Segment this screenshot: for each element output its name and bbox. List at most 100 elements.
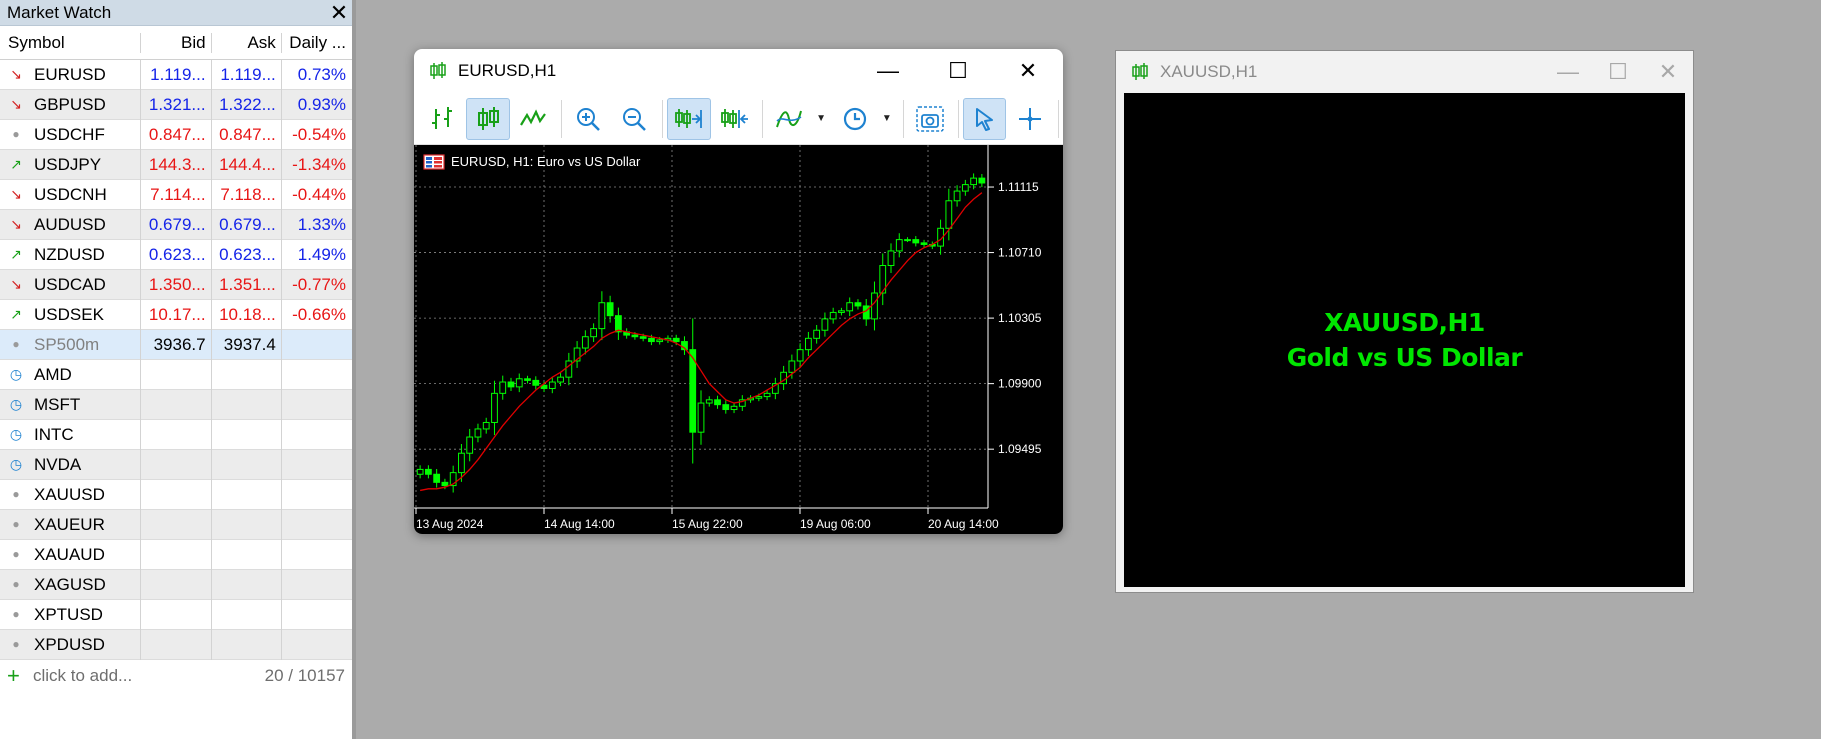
maximize-icon[interactable]: ☐ <box>1593 50 1643 94</box>
price-chart-canvas[interactable]: 1.11115 1.10710 1.10305 1.09900 1.09495 13 A… <box>414 145 1063 534</box>
chart-shift-button[interactable] <box>713 98 757 140</box>
symbol-cell[interactable]: ● XAUAUD <box>0 540 140 570</box>
close-icon[interactable]: ✕ <box>326 0 352 26</box>
autoscroll-button[interactable] <box>666 97 711 140</box>
symbol-cell[interactable]: ● XAGUSD <box>0 570 140 600</box>
dot-icon: ● <box>12 516 20 531</box>
window-title-bar[interactable]: XAUUSD,H1 — ☐ ✕ <box>1116 51 1693 93</box>
price-chart[interactable]: 1.11115 1.10710 1.10305 1.09900 1.09495 13 A… <box>414 145 1063 534</box>
symbol-name: GBPUSD <box>34 94 106 114</box>
chart-shift-icon <box>720 108 748 128</box>
symbol-cell[interactable]: ◷ INTC <box>0 420 140 450</box>
dot-icon: ● <box>12 636 20 651</box>
plus-icon[interactable]: + <box>7 663 29 689</box>
window-title-bar[interactable]: EURUSD,H1 — ☐ ✕ <box>414 49 1063 93</box>
market-watch-row[interactable]: ◷ NVDA <box>0 449 352 480</box>
symbol-cell[interactable]: ● SP500m <box>0 330 140 360</box>
market-watch-row[interactable]: ● XAUAUD <box>0 539 352 570</box>
market-watch-row[interactable]: ↘ EURUSD 1.119... 1.119... 0.73% <box>0 59 352 90</box>
symbol-cell[interactable]: ● XAUUSD <box>0 480 140 510</box>
symbol-cell[interactable]: ↘ USDCNH <box>0 180 140 210</box>
xauusd-chart-placeholder[interactable]: XAUUSD,H1 Gold vs US Dollar <box>1124 93 1685 587</box>
indicators-button[interactable] <box>767 98 811 140</box>
market-watch-title: Market Watch <box>7 2 112 22</box>
cursor-button[interactable] <box>962 97 1007 140</box>
market-watch-row[interactable]: ↗ NZDUSD 0.623... 0.623... 1.49% <box>0 239 352 270</box>
candle <box>697 402 705 433</box>
candle <box>788 360 796 373</box>
daily-change-cell <box>280 509 352 540</box>
column-header-bid[interactable]: Bid <box>140 32 210 53</box>
symbol-cell[interactable]: ↘ AUDUSD <box>0 210 140 240</box>
chevron-down-icon[interactable]: ▼ <box>813 98 829 140</box>
market-watch-row[interactable]: ● USDCHF 0.847... 0.847... -0.54% <box>0 119 352 150</box>
market-watch-row[interactable]: ↘ USDCNH 7.114... 7.118... -0.44% <box>0 179 352 210</box>
symbol-name: XAUAUD <box>34 544 105 564</box>
bid-cell: 0.623... <box>140 239 210 270</box>
crosshair-button[interactable] <box>1008 98 1052 140</box>
chevron-down-icon[interactable]: ▼ <box>879 98 895 140</box>
symbol-cell[interactable]: ◷ AMD <box>0 360 140 390</box>
market-watch-row[interactable]: ↗ USDSEK 10.17... 10.18... -0.66% <box>0 299 352 330</box>
market-watch-row[interactable]: ↘ GBPUSD 1.321... 1.322... 0.93% <box>0 89 352 120</box>
symbol-cell[interactable]: ↗ NZDUSD <box>0 240 140 270</box>
market-watch-row[interactable]: ● XAUEUR <box>0 509 352 540</box>
candlestick-button[interactable] <box>465 97 510 140</box>
symbol-cell[interactable]: ◷ MSFT <box>0 390 140 420</box>
symbol-cell[interactable]: ● XPTUSD <box>0 600 140 630</box>
market-watch-row[interactable]: ↘ USDCAD 1.350... 1.351... -0.77% <box>0 269 352 300</box>
market-watch-row[interactable]: ◷ MSFT <box>0 389 352 420</box>
zoom-out-button[interactable] <box>612 98 656 140</box>
symbol-cell[interactable]: ● XAUEUR <box>0 510 140 540</box>
symbol-cell[interactable]: ↗ USDJPY <box>0 150 140 180</box>
close-icon[interactable]: ✕ <box>1643 50 1693 94</box>
symbol-cell[interactable]: ↘ GBPUSD <box>0 90 140 120</box>
market-watch-row[interactable]: ◷ AMD <box>0 359 352 390</box>
symbol-cell[interactable]: ◷ NVDA <box>0 450 140 480</box>
market-watch-row[interactable]: ↘ AUDUSD 0.679... 0.679... 1.33% <box>0 209 352 240</box>
column-header-symbol[interactable]: Symbol <box>0 33 140 53</box>
market-watch-row[interactable]: ● XAGUSD <box>0 569 352 600</box>
ask-cell: 1.322... <box>210 89 281 120</box>
market-watch-row[interactable]: ● SP500m 3936.7 3937.4 <box>0 329 352 360</box>
moving-average-line <box>420 192 983 492</box>
market-watch-row[interactable]: ◷ INTC <box>0 419 352 450</box>
x-tick-label: 13 Aug 2024 <box>416 517 484 531</box>
market-watch-row[interactable]: ● XPTUSD <box>0 599 352 630</box>
minimize-icon[interactable]: — <box>853 49 923 93</box>
market-watch-header: Symbol Bid Ask Daily ... <box>0 26 352 60</box>
candle <box>730 405 738 411</box>
maximize-icon[interactable]: ☐ <box>923 49 993 93</box>
minimize-icon[interactable]: — <box>1543 50 1593 94</box>
timeframe-button[interactable] <box>833 98 877 140</box>
candlestick-icon <box>477 106 499 130</box>
candle <box>904 239 911 242</box>
market-watch-row[interactable]: ● XPDUSD <box>0 629 352 660</box>
symbol-cell[interactable]: ↘ USDCAD <box>0 270 140 300</box>
bid-cell <box>140 539 210 570</box>
screenshot-button[interactable] <box>908 98 952 140</box>
toolbar-separator <box>661 99 663 138</box>
symbol-cell[interactable]: ● XPDUSD <box>0 630 140 660</box>
symbol-cell[interactable]: ↗ USDSEK <box>0 300 140 330</box>
line-chart-button[interactable] <box>512 98 556 140</box>
symbol-cell[interactable]: ● USDCHF <box>0 120 140 150</box>
symbol-cell[interactable]: ↘ EURUSD <box>0 60 140 90</box>
symbol-name: EURUSD <box>34 64 106 84</box>
bid-cell: 1.350... <box>140 269 210 300</box>
column-header-ask[interactable]: Ask <box>210 32 281 53</box>
bar-chart-button[interactable] <box>420 98 464 140</box>
daily-change-cell: -1.34% <box>280 149 352 180</box>
add-symbol-input[interactable]: click to add... <box>29 666 265 686</box>
clock-icon: ◷ <box>9 365 23 382</box>
eurusd-chart-window: EURUSD,H1 — ☐ ✕ ▼ ▼ 1.11115 1.10710 1.10… <box>414 49 1063 534</box>
y-tick-label: 1.10710 <box>998 246 1042 260</box>
daily-change-cell: 0.93% <box>280 89 352 120</box>
market-watch-title-bar: Market Watch ✕ <box>0 0 352 26</box>
close-icon[interactable]: ✕ <box>993 49 1063 93</box>
market-watch-row[interactable]: ● XAUUSD <box>0 479 352 510</box>
zoom-in-button[interactable] <box>566 98 610 140</box>
candle <box>945 200 953 229</box>
column-header-daily[interactable]: Daily ... <box>280 32 352 53</box>
market-watch-row[interactable]: ↗ USDJPY 144.3... 144.4... -1.34% <box>0 149 352 180</box>
